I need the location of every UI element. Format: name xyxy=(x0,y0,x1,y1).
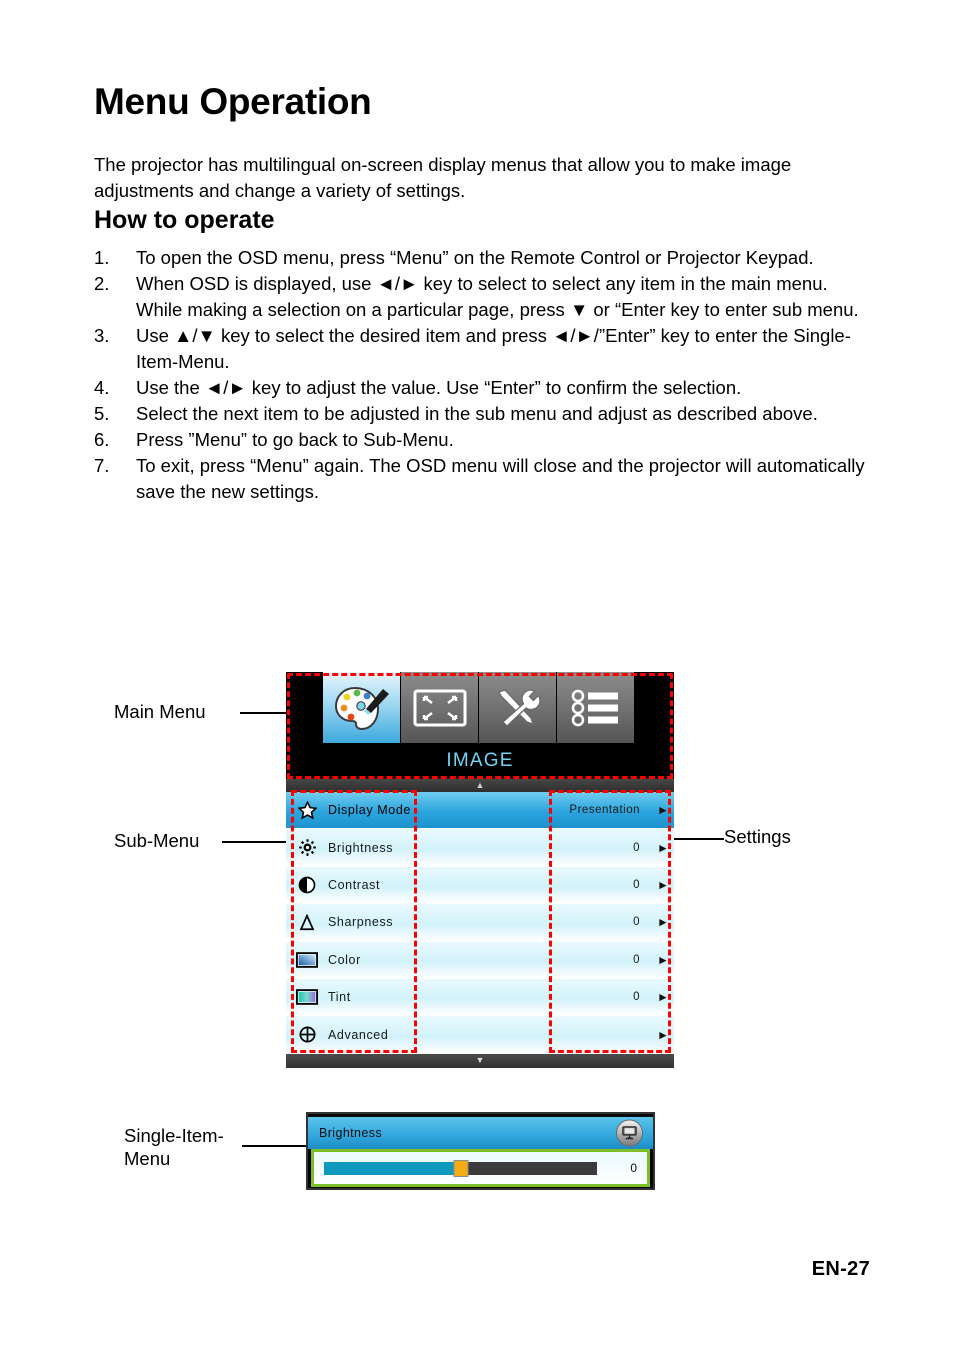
advanced-icon xyxy=(286,1025,328,1044)
osd-row-value: 0 xyxy=(633,991,640,1004)
document-page: Menu Operation The projector has multili… xyxy=(0,0,954,1352)
brightness-slider[interactable] xyxy=(324,1159,597,1177)
list-item-text: To open the OSD menu, press “Menu” on th… xyxy=(136,247,814,268)
chevron-right-icon[interactable]: ► xyxy=(652,842,674,854)
osd-row-label: Brightness xyxy=(328,840,394,855)
list-item-number: 1. xyxy=(94,247,110,268)
screen-resize-icon xyxy=(412,688,468,728)
color-icon xyxy=(286,951,328,968)
section-heading-how-to-operate: How to operate xyxy=(94,206,275,234)
list-item-number: 5. xyxy=(94,403,110,424)
list-options-icon xyxy=(570,688,622,728)
chevron-right-icon[interactable]: ► xyxy=(652,954,674,966)
chevron-right-icon[interactable]: ► xyxy=(652,916,674,928)
osd-main-menu-bar xyxy=(286,672,674,743)
leader-line-main-menu xyxy=(240,712,288,714)
osd-row-brightness[interactable]: Brightness 0 ► xyxy=(286,829,674,867)
osd-row-contrast[interactable]: Contrast 0 ► xyxy=(286,866,674,905)
list-item-text: When OSD is displayed, use ◄/► key to se… xyxy=(136,273,859,320)
list-item: 1. To open the OSD menu, press “Menu” on… xyxy=(94,245,869,271)
chevron-right-icon[interactable]: ► xyxy=(652,804,674,816)
list-item-number: 4. xyxy=(94,377,110,398)
page-title: Menu Operation xyxy=(94,81,372,122)
osd-main-menu-tab-image[interactable] xyxy=(323,672,401,743)
osd-row-value: 0 xyxy=(633,916,640,929)
list-item-number: 6. xyxy=(94,429,110,450)
sun-icon xyxy=(286,838,328,857)
osd-scroll-up[interactable]: ▲ xyxy=(286,779,674,792)
osd-row-advanced[interactable]: Advanced ► xyxy=(286,1016,674,1054)
star-icon xyxy=(286,800,328,820)
slider-thumb[interactable] xyxy=(453,1159,468,1177)
osd-main-menu-tab-display[interactable] xyxy=(401,672,479,743)
osd-menu-screenshot: IMAGE ▲ Display Mode Presentation ► Brig… xyxy=(286,672,674,1068)
osd-row-label: Advanced xyxy=(328,1027,389,1042)
list-item-number: 7. xyxy=(94,455,110,476)
projector-screen-icon xyxy=(616,1119,643,1147)
single-item-menu-title: Brightness xyxy=(319,1126,383,1140)
single-item-menu-screenshot: Brightness 0 xyxy=(306,1112,655,1190)
chevron-up-icon: ▲ xyxy=(475,780,485,790)
osd-page-title: IMAGE xyxy=(446,750,514,771)
list-item-text: Use ▲/▼ key to select the desired item a… xyxy=(136,325,851,372)
callout-sub-menu: Sub-Menu xyxy=(114,830,200,851)
leader-line-single-item-menu xyxy=(242,1145,308,1147)
list-item: 4. Use the ◄/► key to adjust the value. … xyxy=(94,375,869,401)
osd-scroll-down[interactable]: ▼ xyxy=(286,1053,674,1068)
osd-row-label: Color xyxy=(328,952,361,967)
tint-icon xyxy=(286,989,328,1005)
list-item-text: Press ”Menu” to go back to Sub-Menu. xyxy=(136,429,454,450)
list-item: 3. Use ▲/▼ key to select the desired ite… xyxy=(94,323,869,375)
list-item-text: To exit, press “Menu” again. The OSD men… xyxy=(136,455,865,502)
osd-row-tint[interactable]: Tint 0 ► xyxy=(286,978,674,1017)
osd-row-value: Presentation xyxy=(569,804,640,817)
chevron-right-icon[interactable]: ► xyxy=(652,991,674,1003)
list-item: 6. Press ”Menu” to go back to Sub-Menu. xyxy=(94,427,869,453)
chevron-right-icon[interactable]: ► xyxy=(652,879,674,891)
osd-row-sharpness[interactable]: Sharpness 0 ► xyxy=(286,904,674,942)
list-item-text: Use the ◄/► key to adjust the value. Use… xyxy=(136,377,742,398)
sharpness-icon xyxy=(286,913,328,932)
osd-main-menu-tab-setup[interactable] xyxy=(479,672,557,743)
slider-fill xyxy=(324,1161,461,1175)
osd-sub-menu-rows: Display Mode Presentation ► Brightness 0… xyxy=(286,792,674,1054)
list-item: 5. Select the next item to be adjusted i… xyxy=(94,401,869,427)
osd-page-title-bar: IMAGE xyxy=(286,743,674,779)
osd-row-value: 0 xyxy=(633,953,640,966)
callout-main-menu: Main Menu xyxy=(114,701,206,722)
osd-row-label: Display Mode xyxy=(328,803,411,818)
leader-line-settings xyxy=(670,838,724,840)
osd-row-label: Tint xyxy=(328,990,351,1005)
osd-row-value: 0 xyxy=(633,878,640,891)
list-item: 2. When OSD is displayed, use ◄/► key to… xyxy=(94,271,869,323)
intro-paragraph: The projector has multilingual on-screen… xyxy=(94,154,792,201)
osd-row-display-mode[interactable]: Display Mode Presentation ► xyxy=(286,792,674,830)
slider-value: 0 xyxy=(630,1161,637,1175)
list-item-number: 3. xyxy=(94,325,110,346)
list-item-text: Select the next item to be adjusted in t… xyxy=(136,403,818,424)
callout-settings: Settings xyxy=(724,826,791,847)
single-item-menu-header: Brightness xyxy=(308,1114,653,1149)
chevron-right-icon[interactable]: ► xyxy=(652,1029,674,1041)
list-item: 7. To exit, press “Menu” again. The OSD … xyxy=(94,453,869,505)
palette-icon xyxy=(333,684,391,732)
page-number: EN-27 xyxy=(811,1258,870,1280)
osd-row-value: 0 xyxy=(633,841,640,854)
leader-line-sub-menu xyxy=(222,841,288,843)
list-item-number: 2. xyxy=(94,273,110,294)
tools-icon xyxy=(491,686,545,730)
osd-main-menu-tab-options[interactable] xyxy=(557,672,635,743)
contrast-icon xyxy=(286,876,328,894)
callout-single-item-menu: Single-Item- Menu xyxy=(124,1125,224,1169)
steps-list: 1. To open the OSD menu, press “Menu” on… xyxy=(94,245,869,505)
osd-row-label: Contrast xyxy=(328,877,381,892)
osd-row-color[interactable]: Color 0 ► xyxy=(286,941,674,979)
osd-row-label: Sharpness xyxy=(328,915,394,930)
chevron-down-icon: ▼ xyxy=(475,1055,485,1066)
single-item-menu-body: 0 xyxy=(311,1149,650,1187)
